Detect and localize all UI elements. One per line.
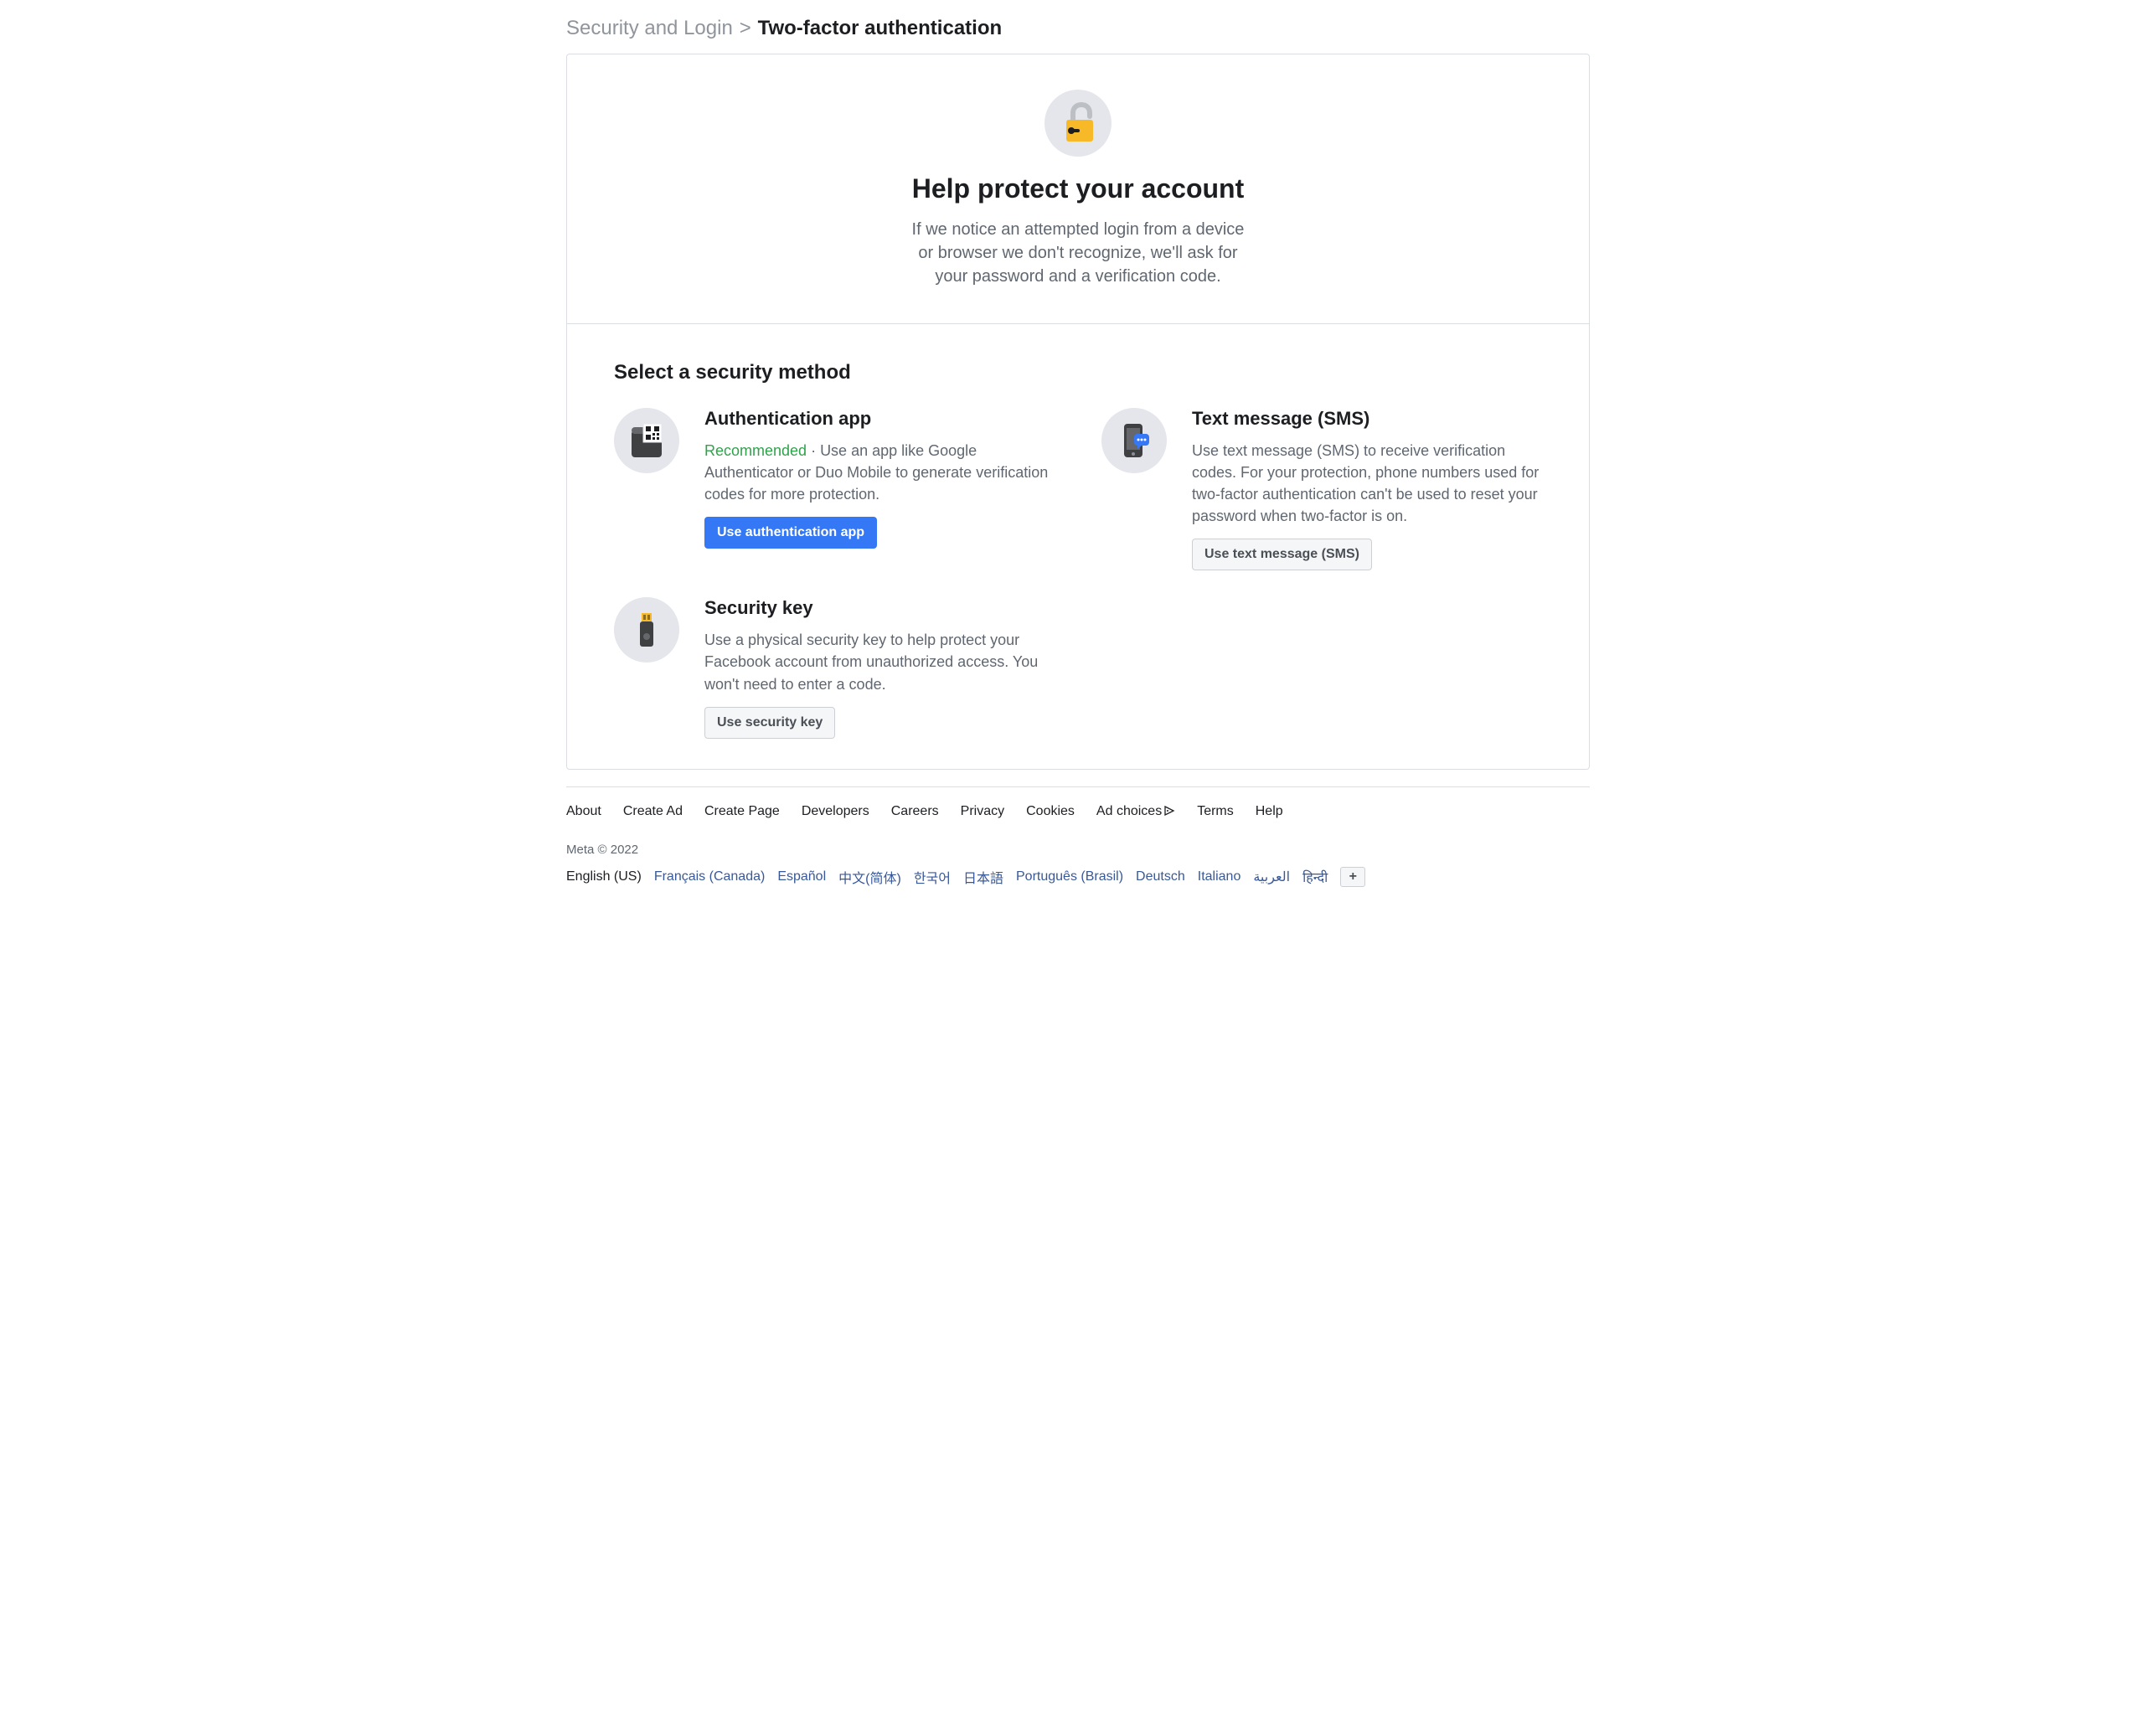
- hero-description: If we notice an attempted login from a d…: [910, 218, 1246, 288]
- method-security-key-desc: Use a physical security key to help prot…: [704, 629, 1055, 694]
- main-panel: Help protect your account If we notice a…: [566, 54, 1590, 770]
- lang-current: English (US): [566, 869, 642, 884]
- method-sms-title: Text message (SMS): [1192, 408, 1542, 430]
- hero-title: Help protect your account: [567, 173, 1589, 204]
- methods-heading: Select a security method: [614, 361, 1542, 384]
- use-text-message-button[interactable]: Use text message (SMS): [1192, 539, 1372, 570]
- footer-link-privacy[interactable]: Privacy: [961, 804, 1004, 819]
- lang-link-fr-ca[interactable]: Français (Canada): [654, 869, 766, 884]
- footer-link-create-page[interactable]: Create Page: [704, 804, 780, 819]
- use-authentication-app-button[interactable]: Use authentication app: [704, 517, 877, 549]
- lang-link-ar[interactable]: العربية: [1253, 869, 1290, 885]
- lang-link-pt-br[interactable]: Português (Brasil): [1016, 869, 1123, 884]
- breadcrumb-separator: >: [740, 17, 751, 39]
- footer-link-about[interactable]: About: [566, 804, 601, 819]
- method-security-key: Security key Use a physical security key…: [614, 597, 1055, 738]
- footer-links: About Create Ad Create Page Developers C…: [566, 804, 1590, 819]
- lang-link-es[interactable]: Español: [777, 869, 826, 884]
- lang-link-ko[interactable]: 한국어: [914, 867, 951, 887]
- lang-link-it[interactable]: Italiano: [1198, 869, 1241, 884]
- recommended-label: Recommended: [704, 442, 807, 459]
- phone-sms-icon: [1101, 408, 1167, 473]
- breadcrumb: Security and Login > Two-factor authenti…: [566, 0, 1590, 54]
- footer-link-cookies[interactable]: Cookies: [1026, 804, 1075, 819]
- method-auth-app-title: Authentication app: [704, 408, 1055, 430]
- footer-languages: English (US) Français (Canada) Español 中…: [566, 867, 1590, 887]
- methods-section: Select a security method: [567, 324, 1589, 769]
- footer-link-ad-choices[interactable]: Ad choices: [1096, 804, 1175, 819]
- lang-link-zh-cn[interactable]: 中文(简体): [838, 867, 901, 887]
- method-sms: Text message (SMS) Use text message (SMS…: [1101, 408, 1542, 570]
- breadcrumb-current: Two-factor authentication: [758, 17, 1003, 39]
- use-security-key-button[interactable]: Use security key: [704, 707, 835, 739]
- footer-link-careers[interactable]: Careers: [891, 804, 939, 819]
- lang-link-ja[interactable]: 日本語: [963, 867, 1003, 887]
- adchoices-icon: [1163, 805, 1175, 817]
- method-authentication-app: Authentication app Recommended · Use an …: [614, 408, 1055, 570]
- usb-key-icon: [614, 597, 679, 663]
- method-auth-app-desc: Recommended · Use an app like Google Aut…: [704, 440, 1055, 505]
- qr-code-icon: [614, 408, 679, 473]
- method-security-key-title: Security key: [704, 597, 1055, 619]
- lang-link-hi[interactable]: हिन्दी: [1302, 868, 1328, 886]
- footer-link-create-ad[interactable]: Create Ad: [623, 804, 683, 819]
- method-sms-desc: Use text message (SMS) to receive verifi…: [1192, 440, 1542, 527]
- footer-link-help[interactable]: Help: [1256, 804, 1283, 819]
- footer-copyright: Meta © 2022: [566, 843, 1590, 857]
- lock-icon: [1044, 90, 1112, 157]
- lang-link-de[interactable]: Deutsch: [1136, 869, 1185, 884]
- footer: About Create Ad Create Page Developers C…: [566, 786, 1590, 912]
- hero-section: Help protect your account If we notice a…: [567, 54, 1589, 324]
- breadcrumb-parent[interactable]: Security and Login: [566, 17, 733, 39]
- footer-link-developers[interactable]: Developers: [802, 804, 869, 819]
- footer-link-terms[interactable]: Terms: [1197, 804, 1234, 819]
- add-language-button[interactable]: +: [1340, 867, 1365, 887]
